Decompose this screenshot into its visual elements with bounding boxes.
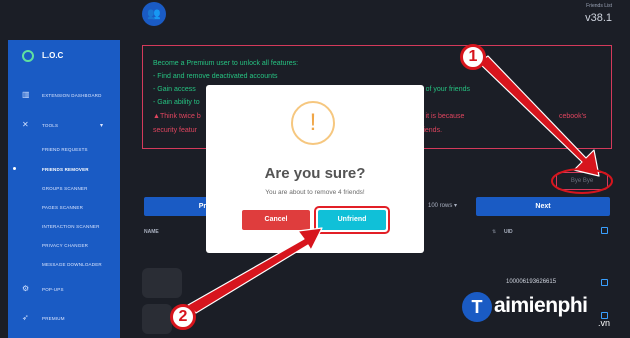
arrow-to-unfriend [187,227,323,314]
watermark-suffix: .vn [598,318,611,328]
watermark-text: aimienphi [494,294,588,317]
callout-number-1: 1 [460,44,486,70]
app-page: L.O.C ▥ EXTENSION DASHBOARD ✕ TOOLS ▾ FR… [0,0,630,338]
watermark-logo: T [462,292,492,322]
annotation-highlight-ring [551,168,613,194]
callout-number-2: 2 [170,304,196,330]
annotation-arrows [187,55,613,314]
arrow-to-badge [477,55,600,177]
